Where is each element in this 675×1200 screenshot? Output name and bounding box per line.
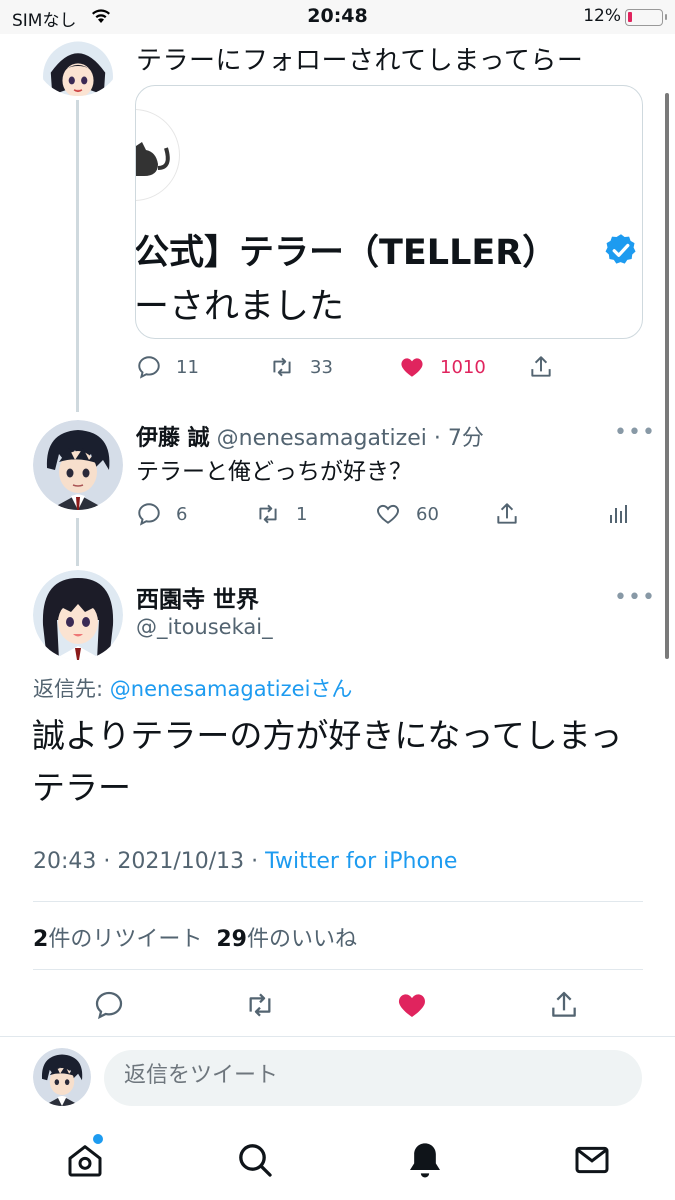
reply-icon [95, 991, 123, 1020]
retweet-count: 2 [33, 927, 49, 952]
analytics-icon [610, 505, 627, 523]
tab-search[interactable] [235, 1140, 275, 1180]
heart-filled-icon [401, 358, 423, 377]
retweet-button[interactable]: 33 [268, 352, 333, 382]
more-options-icon[interactable]: ••• [614, 420, 656, 445]
reply-prefix: 返信先: [33, 677, 110, 701]
like-count: 60 [416, 503, 439, 525]
search-icon [239, 1144, 272, 1177]
clock: 20:48 [307, 5, 368, 27]
messages-icon [575, 1146, 609, 1174]
embedded-image[interactable]: 公式】テラー（TELLER） ーされました [135, 85, 643, 339]
like-count: 1010 [440, 356, 486, 378]
tweet-source[interactable]: Twitter for iPhone [265, 849, 457, 874]
like-button[interactable] [395, 990, 429, 1020]
handle-and-time: @nenesamagatizei · 7分 [216, 426, 484, 451]
handle[interactable]: @_itousekai_ [136, 615, 273, 639]
tweet-timestamp[interactable]: 20:43 · 2021/10/13 · [33, 849, 265, 874]
reply-suffix: さん [310, 677, 353, 701]
embedded-subtitle: ーされました [135, 287, 345, 327]
notifications-icon [410, 1143, 440, 1178]
tab-home[interactable] [65, 1140, 105, 1180]
scrollbar[interactable] [665, 93, 669, 659]
reply-context: 返信先: @nenesamagatizeiさん [33, 673, 352, 703]
reply-icon [138, 356, 160, 379]
share-icon [531, 356, 551, 377]
divider [0, 1036, 675, 1037]
retweet-icon [259, 504, 277, 524]
reply-count: 11 [176, 356, 199, 378]
reply-input[interactable] [124, 1063, 624, 1088]
tweet-meta: 20:43 · 2021/10/13 · Twitter for iPhone [33, 849, 457, 874]
embedded-title: 公式】テラー（TELLER） [135, 233, 558, 273]
tab-messages[interactable] [572, 1140, 612, 1180]
retweet-count: 1 [296, 503, 308, 525]
tweet-text: 誠よりテラーの方が好きになってしまっテラー [32, 716, 623, 807]
like-button[interactable]: 60 [374, 499, 439, 529]
retweet-count: 33 [310, 356, 333, 378]
avatar-makoto[interactable] [33, 420, 123, 510]
engagement-counts: 2件のリツイート 29件のいいね [33, 921, 357, 953]
reply-icon [138, 503, 160, 526]
home-icon [68, 1145, 102, 1177]
divider [33, 969, 643, 970]
reply-to-link[interactable]: @nenesamagatizei [110, 677, 311, 701]
verified-badge-icon [605, 234, 636, 264]
like-label: 件のいいね [246, 927, 357, 952]
tweet-text: テラーにフォローされてしまってらー [136, 46, 584, 76]
share-icon [552, 991, 576, 1017]
retweet-icon [249, 993, 271, 1017]
thread-line [76, 518, 79, 566]
retweet-button[interactable] [242, 990, 278, 1020]
share-button[interactable] [548, 990, 580, 1020]
thread-line [76, 100, 79, 412]
reply-button[interactable] [93, 990, 125, 1020]
retweet-label: 件のリツイート [48, 927, 203, 952]
share-icon [497, 503, 517, 524]
like-stat[interactable]: 29件のいいね [216, 927, 357, 952]
reply-composer[interactable] [104, 1050, 642, 1106]
divider [33, 901, 643, 902]
avatar-sekai[interactable] [33, 26, 123, 96]
battery-percent: 12% [583, 6, 621, 26]
new-content-dot [93, 1134, 103, 1144]
tweet-header: 伊藤 誠 @nenesamagatizei · 7分 [136, 420, 484, 452]
my-avatar[interactable] [33, 1048, 91, 1106]
share-button[interactable] [494, 499, 520, 529]
more-options-icon[interactable]: ••• [614, 585, 656, 610]
retweet-stat[interactable]: 2件のリツイート [33, 927, 202, 952]
battery-icon [625, 9, 667, 26]
share-button[interactable] [528, 352, 554, 382]
retweet-button[interactable]: 1 [254, 499, 307, 529]
tweet-text: テラーと俺どっちが好き？ [136, 459, 412, 485]
heart-icon [377, 504, 399, 524]
like-button[interactable]: 1010 [398, 352, 486, 382]
analytics-button[interactable] [606, 499, 630, 529]
display-name[interactable]: 伊藤 誠 [136, 426, 210, 451]
heart-filled-icon [398, 994, 426, 1017]
cat-logo-icon [136, 142, 170, 176]
avatar-sekai[interactable] [33, 570, 123, 660]
tab-notifications[interactable] [405, 1140, 445, 1180]
retweet-icon [273, 357, 291, 377]
reply-button[interactable]: 6 [136, 499, 187, 529]
reply-button[interactable]: 11 [136, 352, 199, 382]
like-count: 29 [216, 927, 247, 952]
reply-count: 6 [176, 503, 188, 525]
display-name[interactable]: 西園寺 世界 [136, 580, 259, 614]
